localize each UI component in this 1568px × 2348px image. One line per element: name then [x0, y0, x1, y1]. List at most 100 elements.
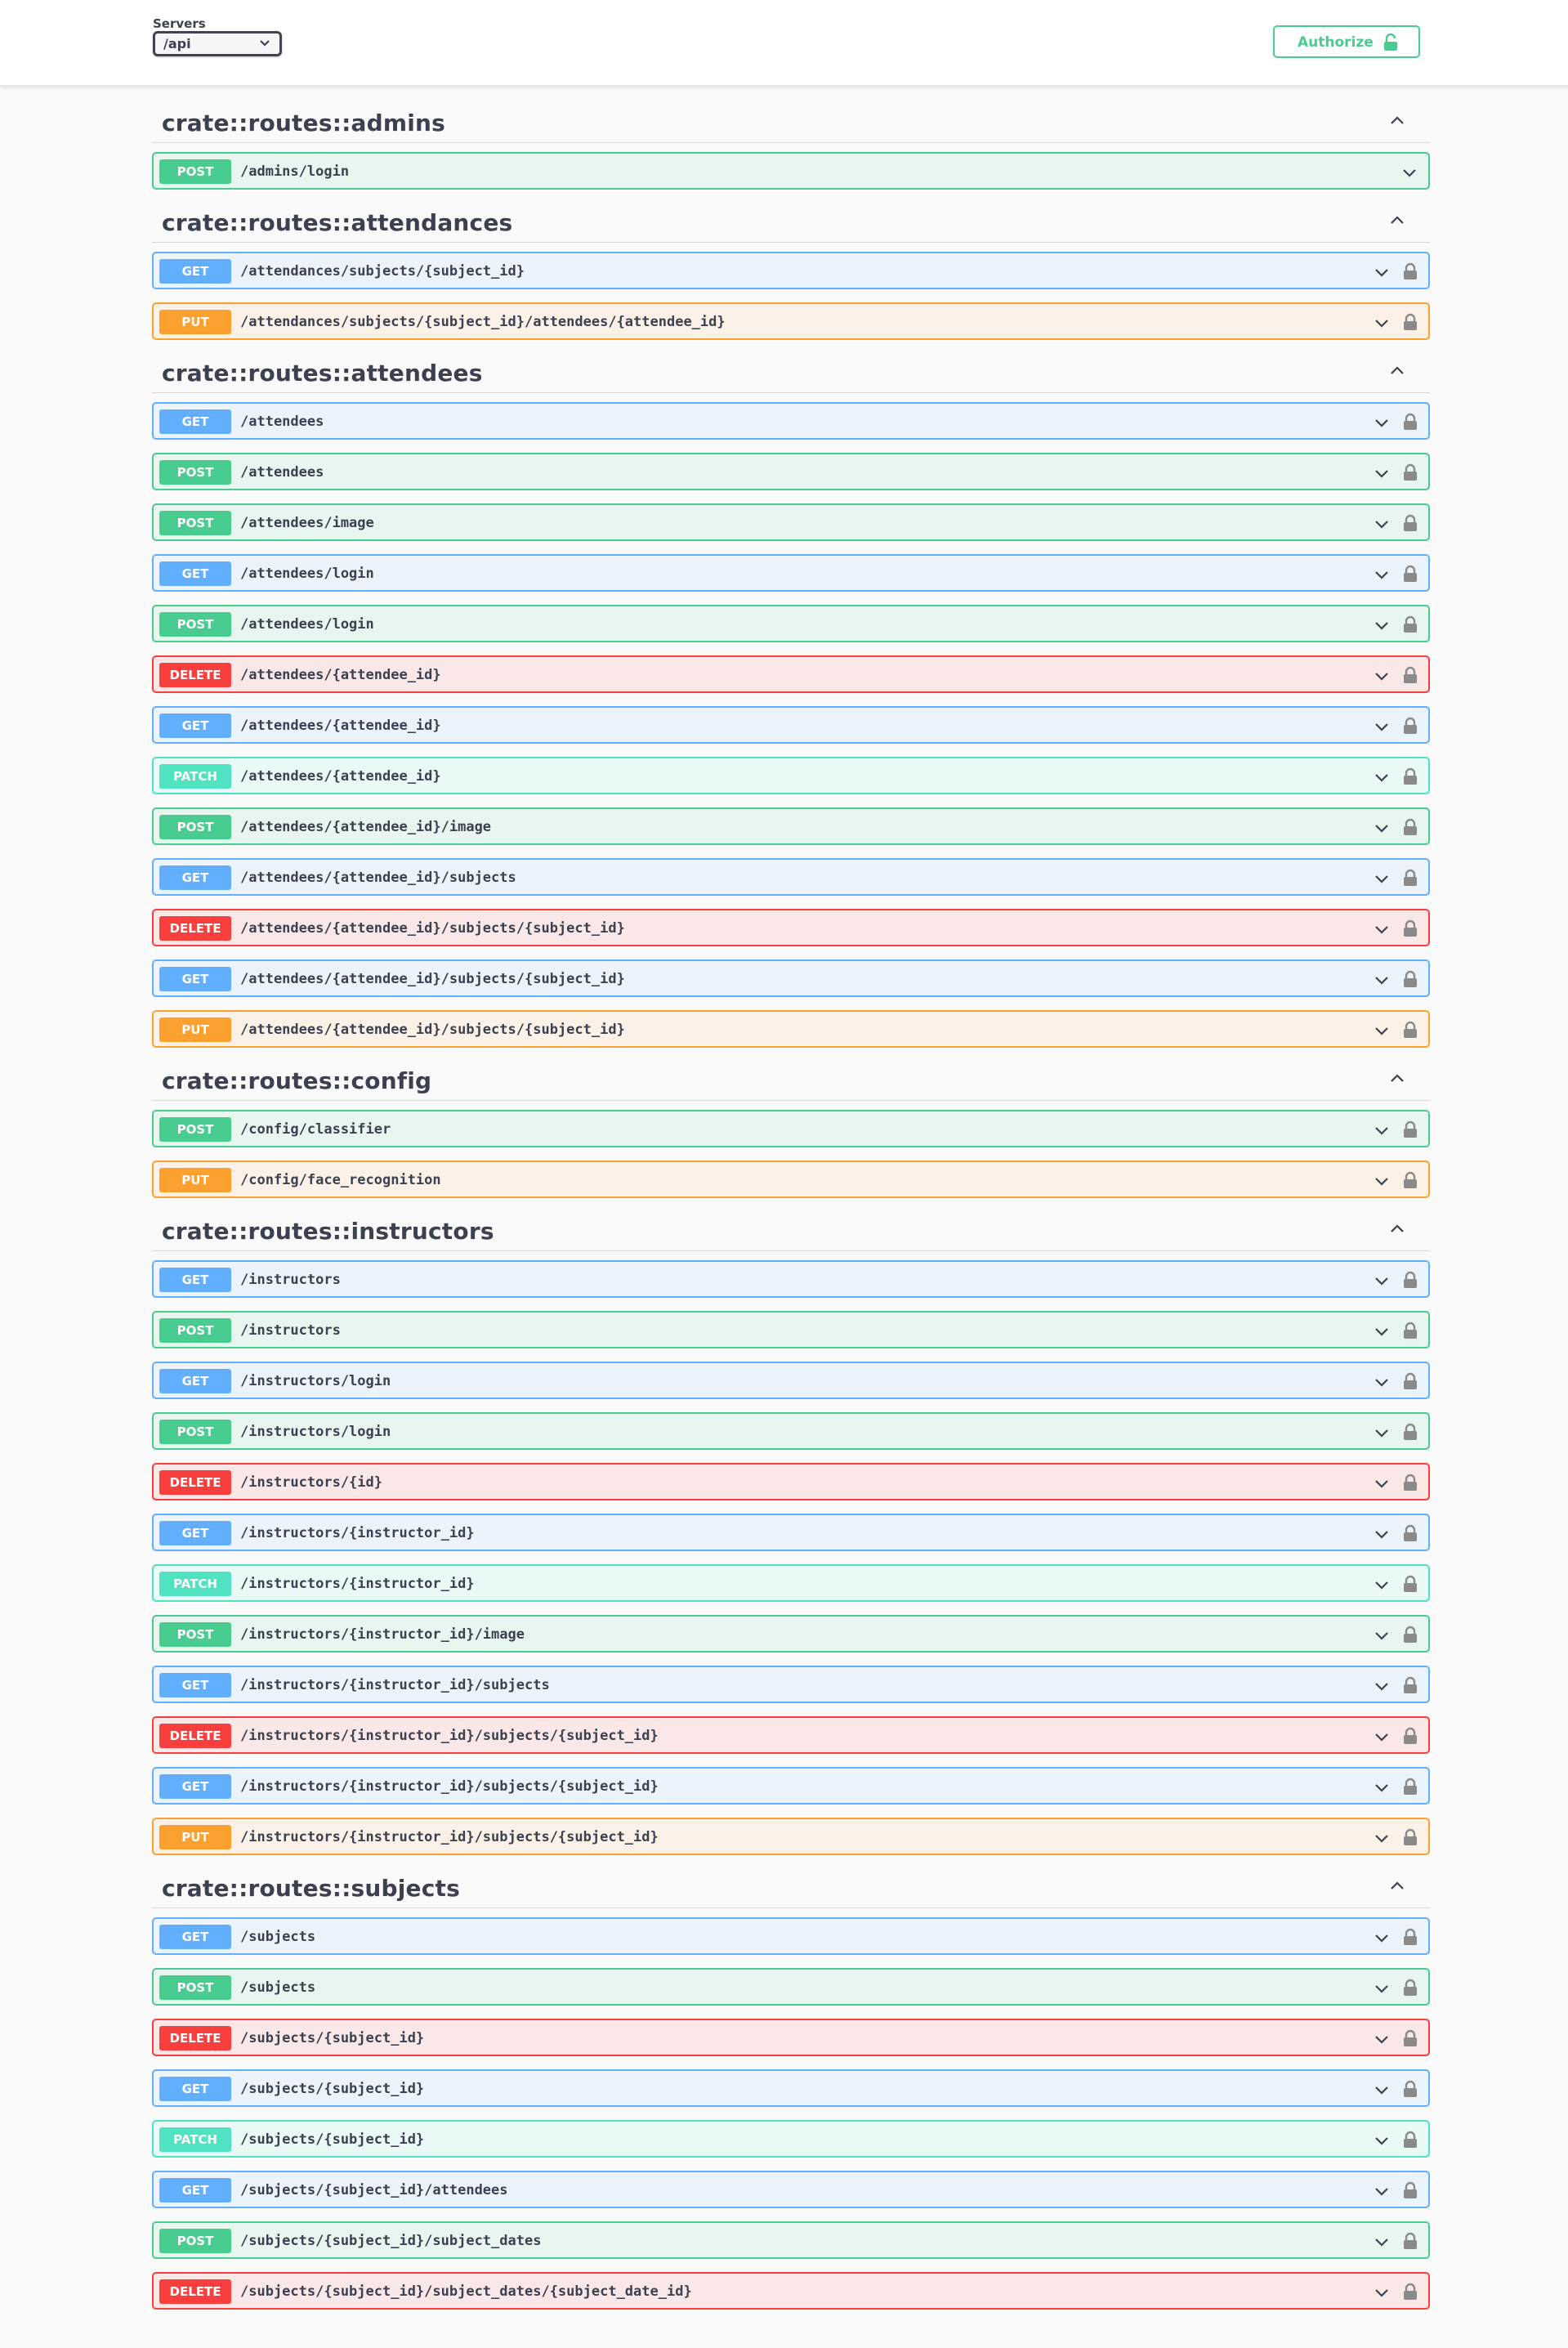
operation-row-put[interactable]: PUT/instructors/{instructor_id}/subjects…: [152, 1818, 1430, 1855]
operation-row-post[interactable]: POST/attendees/login: [152, 605, 1430, 642]
lock-icon[interactable]: [1402, 919, 1418, 937]
lock-icon[interactable]: [1402, 2181, 1418, 2199]
tag-header[interactable]: crate::routes::instructors: [152, 1213, 1430, 1251]
operation-row-post[interactable]: POST/attendees/image: [152, 503, 1430, 541]
authorize-button[interactable]: Authorize: [1273, 25, 1420, 58]
lock-icon[interactable]: [1402, 1626, 1418, 1644]
chevron-down-icon[interactable]: [1373, 1373, 1391, 1391]
lock-icon[interactable]: [1402, 767, 1418, 785]
chevron-up-icon[interactable]: [1387, 361, 1407, 381]
chevron-up-icon[interactable]: [1387, 111, 1407, 131]
chevron-down-icon[interactable]: [1373, 314, 1391, 332]
lock-icon[interactable]: [1402, 1778, 1418, 1796]
operation-row-delete[interactable]: DELETE/attendees/{attendee_id}: [152, 655, 1430, 693]
lock-icon[interactable]: [1402, 514, 1418, 532]
operation-row-get[interactable]: GET/instructors/{instructor_id}/subjects…: [152, 1767, 1430, 1805]
chevron-down-icon[interactable]: [1373, 566, 1391, 584]
chevron-down-icon[interactable]: [1373, 1778, 1391, 1796]
chevron-down-icon[interactable]: [1373, 1829, 1391, 1847]
operation-row-get[interactable]: GET/attendances/subjects/{subject_id}: [152, 252, 1430, 289]
lock-icon[interactable]: [1402, 1727, 1418, 1745]
chevron-up-icon[interactable]: [1387, 1069, 1407, 1089]
lock-icon[interactable]: [1402, 1524, 1418, 1542]
lock-icon[interactable]: [1402, 313, 1418, 331]
chevron-up-icon[interactable]: [1387, 1219, 1407, 1239]
chevron-down-icon[interactable]: [1373, 1626, 1391, 1644]
chevron-down-icon[interactable]: [1373, 515, 1391, 533]
chevron-down-icon[interactable]: [1373, 1576, 1391, 1594]
servers-select[interactable]: /api: [153, 31, 282, 56]
lock-icon[interactable]: [1402, 818, 1418, 836]
lock-icon[interactable]: [1402, 413, 1418, 431]
chevron-down-icon[interactable]: [1373, 1474, 1391, 1492]
chevron-down-icon[interactable]: [1373, 2131, 1391, 2149]
operation-row-get[interactable]: GET/subjects/{subject_id}/attendees: [152, 2171, 1430, 2208]
operation-row-get[interactable]: GET/attendees/login: [152, 554, 1430, 592]
chevron-down-icon[interactable]: [1373, 718, 1391, 736]
chevron-down-icon[interactable]: [1373, 1929, 1391, 1947]
operation-row-get[interactable]: GET/attendees/{attendee_id}/subjects: [152, 858, 1430, 896]
lock-icon[interactable]: [1402, 1171, 1418, 1189]
chevron-down-icon[interactable]: [1373, 2081, 1391, 2099]
chevron-up-icon[interactable]: [1387, 1876, 1407, 1896]
operation-row-patch[interactable]: PATCH/attendees/{attendee_id}: [152, 757, 1430, 794]
tag-header[interactable]: crate::routes::subjects: [152, 1870, 1430, 1908]
operation-row-delete[interactable]: DELETE/subjects/{subject_id}/subject_dat…: [152, 2272, 1430, 2310]
chevron-down-icon[interactable]: [1373, 464, 1391, 482]
chevron-down-icon[interactable]: [1373, 1172, 1391, 1190]
chevron-down-icon[interactable]: [1373, 870, 1391, 888]
lock-icon[interactable]: [1402, 1676, 1418, 1694]
chevron-down-icon[interactable]: [1373, 667, 1391, 685]
chevron-down-icon[interactable]: [1373, 1322, 1391, 1340]
chevron-down-icon[interactable]: [1373, 2283, 1391, 2301]
chevron-down-icon[interactable]: [1373, 2233, 1391, 2251]
operation-row-patch[interactable]: PATCH/instructors/{instructor_id}: [152, 1564, 1430, 1602]
operation-row-put[interactable]: PUT/config/face_recognition: [152, 1161, 1430, 1198]
lock-icon[interactable]: [1402, 1021, 1418, 1039]
operation-row-patch[interactable]: PATCH/subjects/{subject_id}: [152, 2120, 1430, 2158]
lock-icon[interactable]: [1402, 2283, 1418, 2301]
lock-icon[interactable]: [1402, 666, 1418, 684]
lock-icon[interactable]: [1402, 2029, 1418, 2047]
chevron-down-icon[interactable]: [1373, 819, 1391, 837]
lock-icon[interactable]: [1402, 1474, 1418, 1492]
lock-icon[interactable]: [1402, 2131, 1418, 2149]
operation-row-delete[interactable]: DELETE/instructors/{id}: [152, 1463, 1430, 1500]
lock-icon[interactable]: [1402, 2080, 1418, 2098]
operation-row-get[interactable]: GET/attendees: [152, 402, 1430, 440]
lock-icon[interactable]: [1402, 1271, 1418, 1289]
operation-row-post[interactable]: POST/subjects/{subject_id}/subject_dates: [152, 2221, 1430, 2259]
operation-row-post[interactable]: POST/attendees: [152, 453, 1430, 490]
operation-row-delete[interactable]: DELETE/attendees/{attendee_id}/subjects/…: [152, 909, 1430, 946]
operation-row-get[interactable]: GET/subjects: [152, 1917, 1430, 1955]
operation-row-post[interactable]: POST/subjects: [152, 1968, 1430, 2006]
chevron-down-icon[interactable]: [1373, 414, 1391, 432]
lock-icon[interactable]: [1402, 869, 1418, 887]
operation-row-delete[interactable]: DELETE/subjects/{subject_id}: [152, 2019, 1430, 2056]
chevron-up-icon[interactable]: [1387, 211, 1407, 230]
operation-row-delete[interactable]: DELETE/instructors/{instructor_id}/subje…: [152, 1716, 1430, 1754]
operation-row-post[interactable]: POST/instructors/login: [152, 1412, 1430, 1450]
tag-header[interactable]: crate::routes::attendances: [152, 204, 1430, 243]
lock-icon[interactable]: [1402, 615, 1418, 633]
lock-icon[interactable]: [1402, 463, 1418, 481]
operation-row-post[interactable]: POST/instructors/{instructor_id}/image: [152, 1615, 1430, 1653]
operation-row-put[interactable]: PUT/attendances/subjects/{subject_id}/at…: [152, 302, 1430, 340]
lock-icon[interactable]: [1402, 1979, 1418, 1997]
operation-row-get[interactable]: GET/instructors/{instructor_id}/subjects: [152, 1666, 1430, 1703]
lock-icon[interactable]: [1402, 1423, 1418, 1441]
tag-header[interactable]: crate::routes::config: [152, 1062, 1430, 1101]
lock-icon[interactable]: [1402, 2232, 1418, 2250]
lock-icon[interactable]: [1402, 717, 1418, 735]
operation-row-get[interactable]: GET/instructors: [152, 1260, 1430, 1298]
chevron-down-icon[interactable]: [1373, 1728, 1391, 1746]
tag-header[interactable]: crate::routes::admins: [152, 105, 1430, 143]
chevron-down-icon[interactable]: [1373, 2030, 1391, 2048]
lock-icon[interactable]: [1402, 1120, 1418, 1138]
operation-row-post[interactable]: POST/instructors: [152, 1311, 1430, 1348]
chevron-down-icon[interactable]: [1373, 1424, 1391, 1442]
operation-row-put[interactable]: PUT/attendees/{attendee_id}/subjects/{su…: [152, 1010, 1430, 1048]
chevron-down-icon[interactable]: [1373, 1272, 1391, 1290]
lock-icon[interactable]: [1402, 1322, 1418, 1339]
tag-header[interactable]: crate::routes::attendees: [152, 355, 1430, 393]
